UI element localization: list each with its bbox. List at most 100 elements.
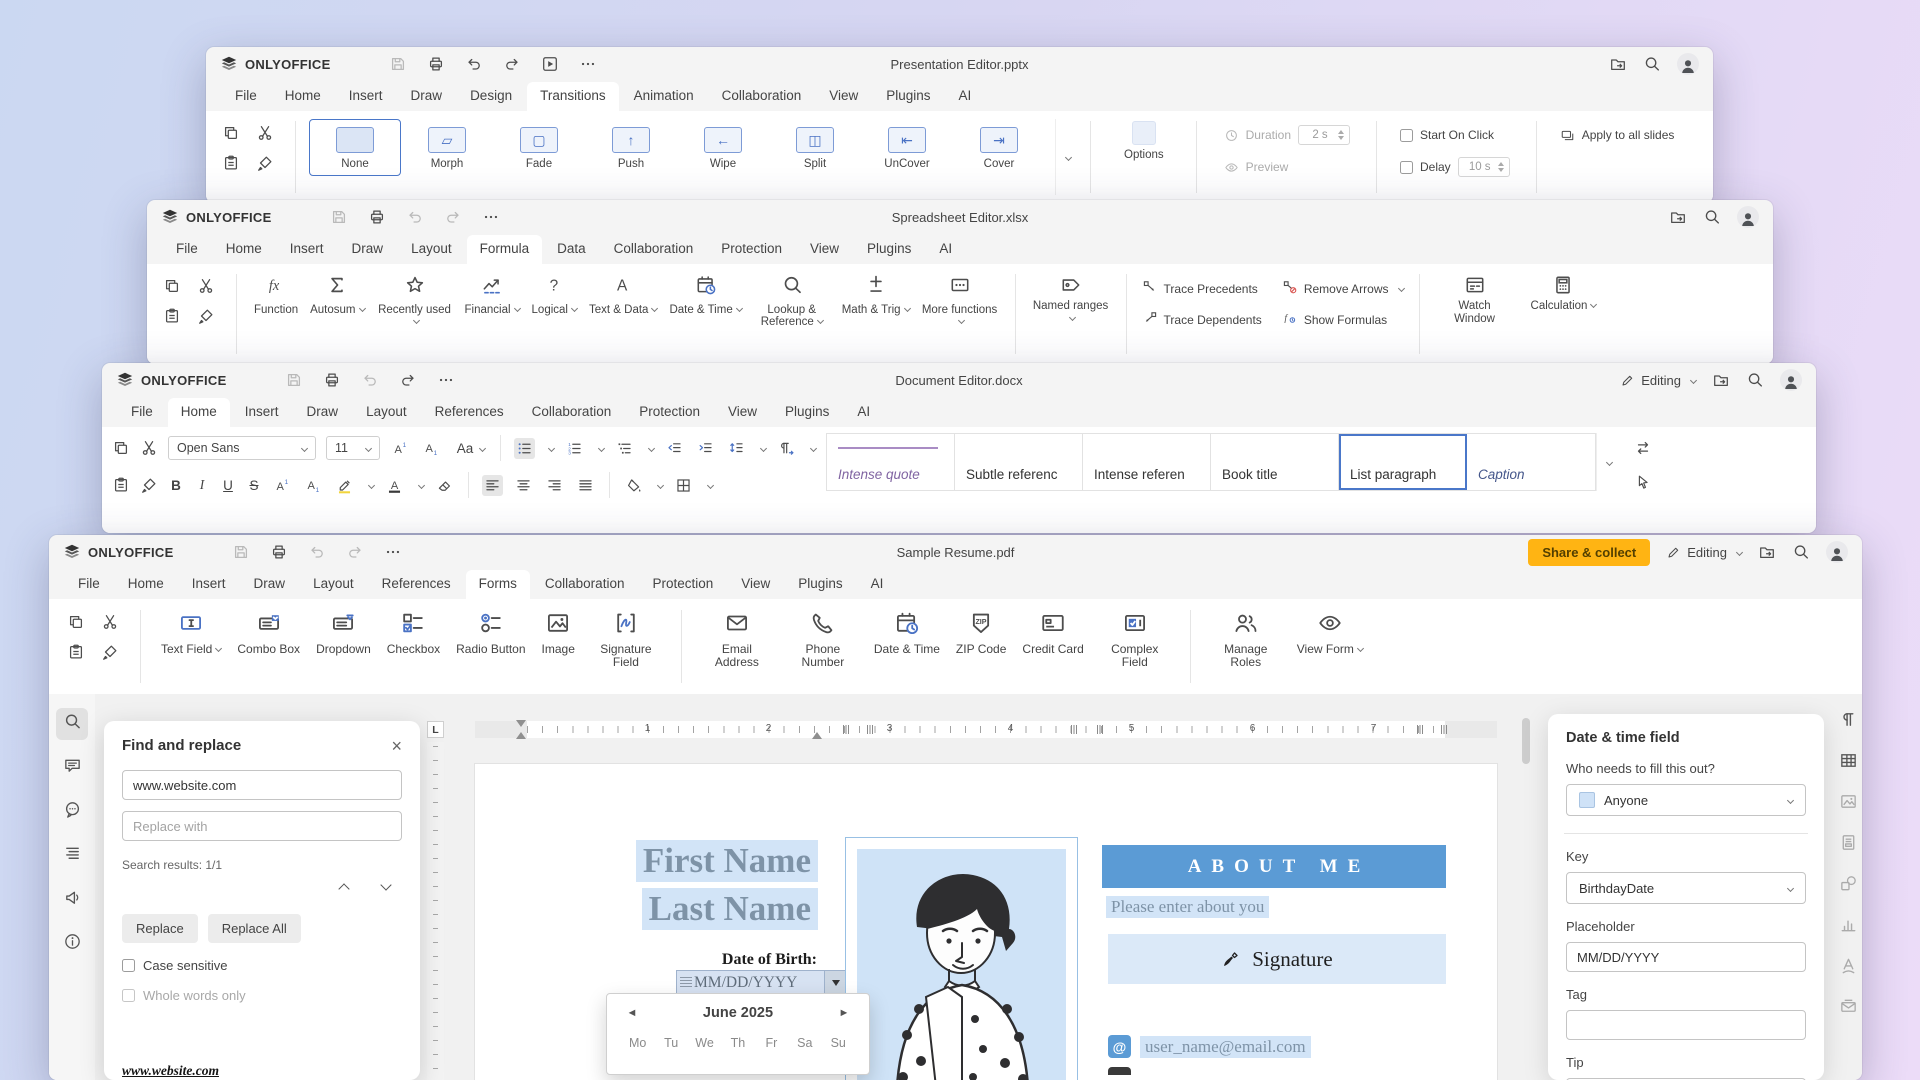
font-color-button[interactable] [384,475,405,496]
email-field[interactable]: user_name@email.com [1140,1036,1311,1058]
open-file-location-button[interactable] [1758,543,1776,561]
style-intense-quote[interactable]: Intense quote [827,434,955,490]
clear-style-button[interactable] [434,475,455,496]
previous-month-button[interactable]: ◄ [621,1007,643,1019]
pres-tab-draw[interactable]: Draw [398,82,456,111]
transition-morph[interactable]: ▱Morph [401,119,493,176]
replace-button[interactable]: Replace [122,914,198,943]
editing-mode-dropdown[interactable]: Editing [1666,545,1742,560]
calculation-button[interactable]: Calculation [1527,272,1601,315]
trace-trace-dependents[interactable]: Trace Dependents [1142,310,1268,329]
pres-tab-collaboration[interactable]: Collaboration [709,82,815,111]
duration-input[interactable]: 2 s [1298,125,1350,145]
form-action-button-manage-roles[interactable]: Manage Roles [1204,608,1288,671]
last-name-field[interactable]: Last Name [642,888,818,930]
increase-indent-button[interactable] [695,438,716,459]
transition-none[interactable]: None [309,119,401,176]
sidebar-search[interactable] [56,708,88,740]
formula-button-financial[interactable]: Financial [461,272,524,331]
named-ranges-button[interactable]: Named ranges [1029,272,1113,327]
photo-field[interactable] [845,837,1078,1080]
font-name-select[interactable]: Open Sans [168,436,316,460]
subscript-button[interactable] [303,475,324,496]
first-line-indent-marker[interactable] [516,720,526,727]
sheet-tab-collaboration[interactable]: Collaboration [601,235,707,264]
numbering-button[interactable] [564,438,585,459]
superscript-button[interactable] [272,475,293,496]
table-column-grip[interactable] [1441,725,1449,734]
chevron-down-icon[interactable] [707,481,714,488]
cut-button[interactable] [101,613,121,631]
redo-button[interactable] [503,55,521,73]
paragraph-direction-button[interactable] [776,438,797,459]
pdf-tab-insert[interactable]: Insert [179,570,239,599]
transition-options-button[interactable]: Options [1120,119,1168,164]
highlight-color-button[interactable] [334,475,355,496]
doc-tab-layout[interactable]: Layout [353,398,420,427]
right-panel-mailmerge-settings[interactable] [1839,997,1858,1021]
bullets-button[interactable] [514,438,535,459]
style-caption[interactable]: Caption [1467,434,1595,490]
undo-button[interactable] [406,208,424,226]
avatar[interactable] [1737,206,1759,228]
change-case-button[interactable]: Aa [452,439,487,458]
customize-quick-access-button[interactable] [384,543,402,561]
vertical-ruler[interactable] [427,742,444,1080]
sheet-tab-data[interactable]: Data [544,235,599,264]
avatar[interactable] [1826,541,1848,563]
spinner-arrows-icon[interactable] [1338,130,1344,140]
doc-tab-plugins[interactable]: Plugins [772,398,842,427]
transition-cover[interactable]: ⇥Cover [953,119,1045,176]
doc-tab-ai[interactable]: AI [844,398,883,427]
date-dropdown-button[interactable] [824,971,846,995]
customize-quick-access-button[interactable] [437,371,455,389]
pdf-tab-view[interactable]: View [728,570,783,599]
form-field-button-combo-box[interactable]: Combo Box [230,608,307,671]
doc-tab-view[interactable]: View [715,398,770,427]
close-icon[interactable]: × [391,739,402,753]
doc-tab-file[interactable]: File [118,398,166,427]
doc-tab-home[interactable]: Home [168,398,230,427]
doc-tab-collaboration[interactable]: Collaboration [519,398,625,427]
sidebar-chat[interactable] [56,796,88,828]
pdf-tab-home[interactable]: Home [115,570,177,599]
underline-button[interactable]: U [220,478,236,493]
copy-style-button[interactable] [197,307,217,325]
table-column-grip[interactable] [1071,725,1079,734]
sheet-tab-protection[interactable]: Protection [708,235,795,264]
doc-tab-insert[interactable]: Insert [232,398,292,427]
pres-tab-ai[interactable]: AI [946,82,985,111]
delay-input[interactable]: 10 s [1458,157,1510,177]
paste-button[interactable] [112,476,130,494]
chevron-down-icon[interactable] [368,481,375,488]
style-book-title[interactable]: Book title [1211,434,1339,490]
doc-tab-draw[interactable]: Draw [294,398,352,427]
save-button[interactable] [232,543,250,561]
save-button[interactable] [330,208,348,226]
apply-to-all-slides-button[interactable]: Apply to all slides [1582,128,1675,142]
transition-wipe[interactable]: ←Wipe [677,119,769,176]
save-button[interactable] [389,55,407,73]
align-center-button[interactable] [513,475,534,496]
chevron-down-icon[interactable] [657,481,664,488]
paste-button[interactable] [67,643,87,661]
print-button[interactable] [270,543,288,561]
transition-push[interactable]: ↑Push [585,119,677,176]
right-panel-table-settings[interactable] [1839,751,1858,775]
signature-field[interactable]: Signature [1108,934,1446,984]
pres-tab-file[interactable]: File [222,82,270,111]
formula-button-autosum[interactable]: Autosum [306,272,368,331]
formula-button-more-functions[interactable]: More functions [918,272,1002,331]
form-field-button-zip-code[interactable]: ZIP Code [949,608,1013,671]
tab-stop-selector[interactable]: L [427,721,444,738]
form-field-button-credit-card[interactable]: Credit Card [1015,608,1090,671]
watch-window-button[interactable]: Watch Window [1433,272,1517,327]
customize-quick-access-button[interactable] [482,208,500,226]
open-file-location-button[interactable] [1712,371,1730,389]
table-column-grip[interactable] [843,725,851,734]
replace-all-button[interactable]: Replace All [208,914,301,943]
sheet-tab-insert[interactable]: Insert [277,235,337,264]
cut-button[interactable] [197,277,217,295]
sheet-tab-draw[interactable]: Draw [339,235,397,264]
share-and-collect-button[interactable]: Share & collect [1528,539,1650,566]
